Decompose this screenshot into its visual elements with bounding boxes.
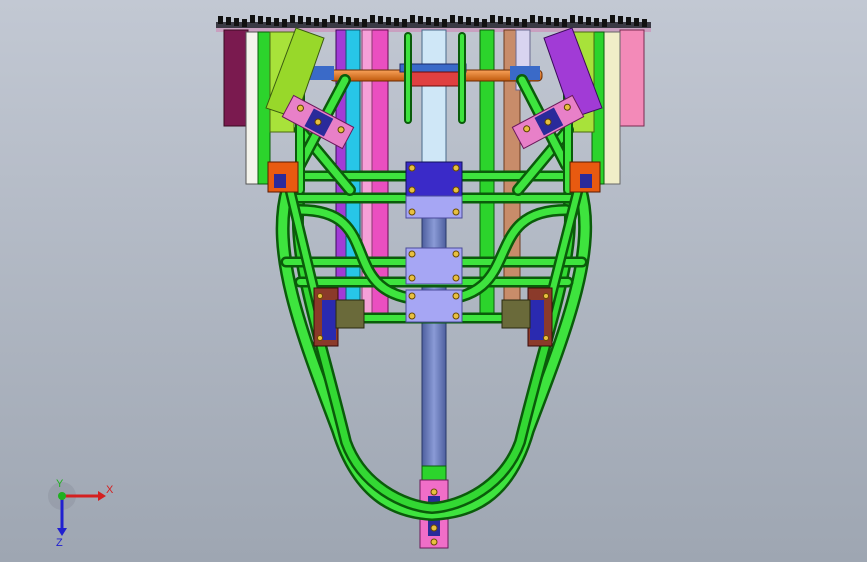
plate-tooth — [586, 17, 591, 25]
top-mounting-plate — [216, 15, 651, 32]
central-column — [419, 29, 449, 549]
plate-tooth — [218, 16, 223, 24]
plate-tooth — [266, 17, 271, 25]
plate-tooth — [514, 18, 519, 26]
plate-tooth — [250, 15, 255, 23]
plate-tooth — [458, 16, 463, 24]
plate-tooth — [298, 16, 303, 24]
plate-tooth — [474, 18, 479, 26]
plate-tooth — [570, 15, 575, 23]
plate-tooth — [450, 15, 455, 23]
plate-tooth — [594, 18, 599, 26]
cad-model-view[interactable] — [0, 0, 867, 562]
plate-tooth — [274, 18, 279, 26]
plate-tooth — [434, 18, 439, 26]
plate-tooth — [618, 16, 623, 24]
plate-tooth — [330, 15, 335, 23]
plate-tooth — [370, 15, 375, 23]
plate-tooth — [290, 15, 295, 23]
plate-tooth — [522, 19, 527, 27]
graphics-viewport[interactable]: X Y Z — [0, 0, 867, 562]
plate-tooth — [442, 19, 447, 27]
plate-tooth — [506, 17, 511, 25]
plate-tooth — [634, 18, 639, 26]
plate-tooth — [314, 18, 319, 26]
plate-tooth — [578, 16, 583, 24]
plate-tooth — [482, 19, 487, 27]
y-axis-label: Y — [56, 478, 64, 490]
plate-tooth — [346, 17, 351, 25]
plate-tooth — [530, 15, 535, 23]
plate-tooth — [642, 19, 647, 27]
plate-tooth — [226, 17, 231, 25]
plate-tooth — [282, 19, 287, 27]
plate-tooth — [322, 19, 327, 27]
plate-tooth — [538, 16, 543, 24]
plate-tooth — [362, 19, 367, 27]
plate-tooth — [490, 15, 495, 23]
plate-tooth — [546, 17, 551, 25]
plate-tooth — [338, 16, 343, 24]
z-axis-label: Z — [56, 537, 63, 548]
plate-tooth — [242, 19, 247, 27]
plate-tooth — [386, 17, 391, 25]
plate-tooth — [626, 17, 631, 25]
plate-tooth — [378, 16, 383, 24]
plate-tooth — [426, 17, 431, 25]
y-axis-arrow-icon — [58, 492, 66, 500]
plate-tooth — [410, 15, 415, 23]
plate-tooth — [562, 19, 567, 27]
plate-tooth — [402, 19, 407, 27]
plate-tooth — [418, 16, 423, 24]
x-axis-label: X — [106, 484, 114, 496]
plate-tooth — [554, 18, 559, 26]
plate-tooth — [602, 19, 607, 27]
plate-tooth — [234, 18, 239, 26]
coordinate-triad-icon: X Y Z — [48, 478, 114, 548]
plate-tooth — [498, 16, 503, 24]
plate-tooth — [306, 17, 311, 25]
plate-tooth — [258, 16, 263, 24]
plate-tooth — [394, 18, 399, 26]
plate-tooth — [466, 17, 471, 25]
plate-tooth — [610, 15, 615, 23]
plate-tooth — [354, 18, 359, 26]
